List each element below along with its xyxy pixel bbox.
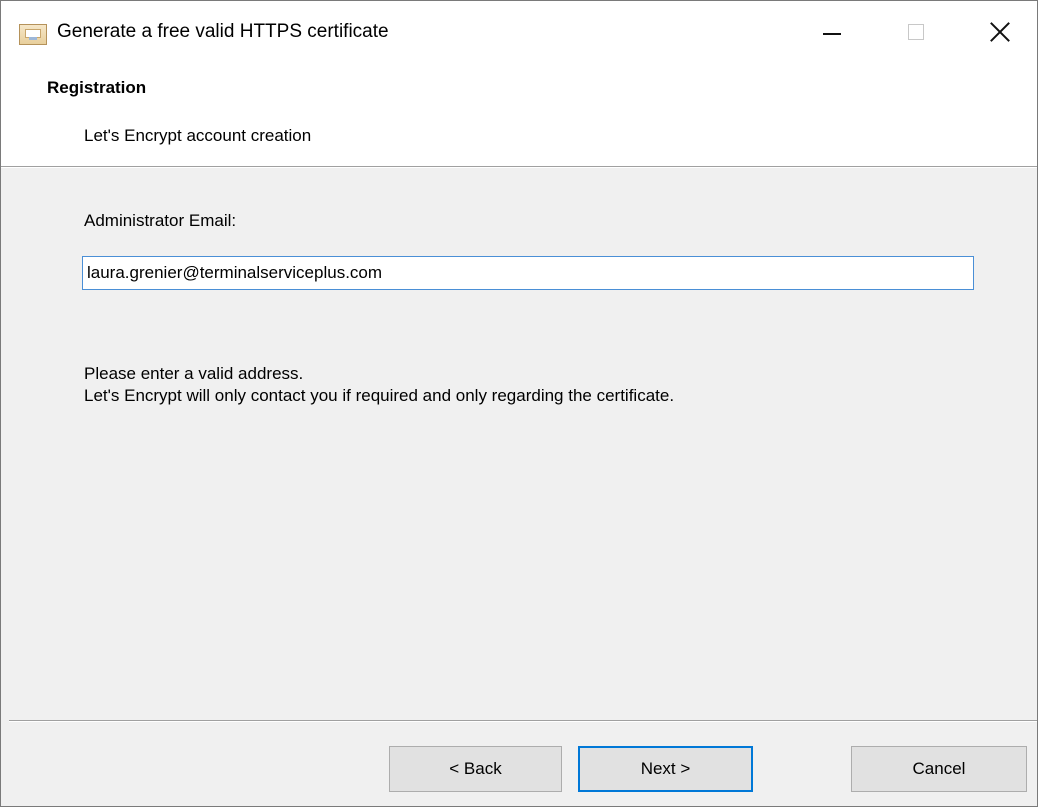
back-button[interactable]: < Back bbox=[389, 746, 562, 792]
close-button[interactable] bbox=[971, 1, 1029, 63]
minimize-icon bbox=[823, 33, 841, 35]
help-line-1: Please enter a valid address. bbox=[84, 364, 304, 383]
maximize-icon bbox=[908, 24, 924, 40]
title-bar[interactable]: Generate a free valid HTTPS certificate bbox=[1, 1, 1037, 63]
certificate-icon bbox=[19, 24, 47, 45]
email-label: Administrator Email: bbox=[84, 211, 237, 230]
minimize-button[interactable] bbox=[803, 1, 861, 63]
help-line-2: Let's Encrypt will only contact you if r… bbox=[84, 386, 675, 405]
header-divider bbox=[1, 167, 1037, 168]
close-icon bbox=[990, 22, 1010, 42]
page-subtitle: Let's Encrypt account creation bbox=[84, 126, 312, 145]
footer-divider-highlight bbox=[9, 721, 1037, 722]
page-title: Registration bbox=[47, 78, 147, 97]
window-title: Generate a free valid HTTPS certificate bbox=[57, 21, 389, 42]
wizard-header: Registration Let's Encrypt account creat… bbox=[1, 63, 1037, 167]
next-button[interactable]: Next > bbox=[578, 746, 753, 792]
help-text: Please enter a valid address. Let's Encr… bbox=[84, 363, 674, 407]
cancel-button[interactable]: Cancel bbox=[851, 746, 1027, 792]
wizard-window: Generate a free valid HTTPS certificate … bbox=[0, 0, 1038, 807]
maximize-button[interactable] bbox=[887, 1, 945, 63]
email-field[interactable] bbox=[82, 256, 974, 290]
